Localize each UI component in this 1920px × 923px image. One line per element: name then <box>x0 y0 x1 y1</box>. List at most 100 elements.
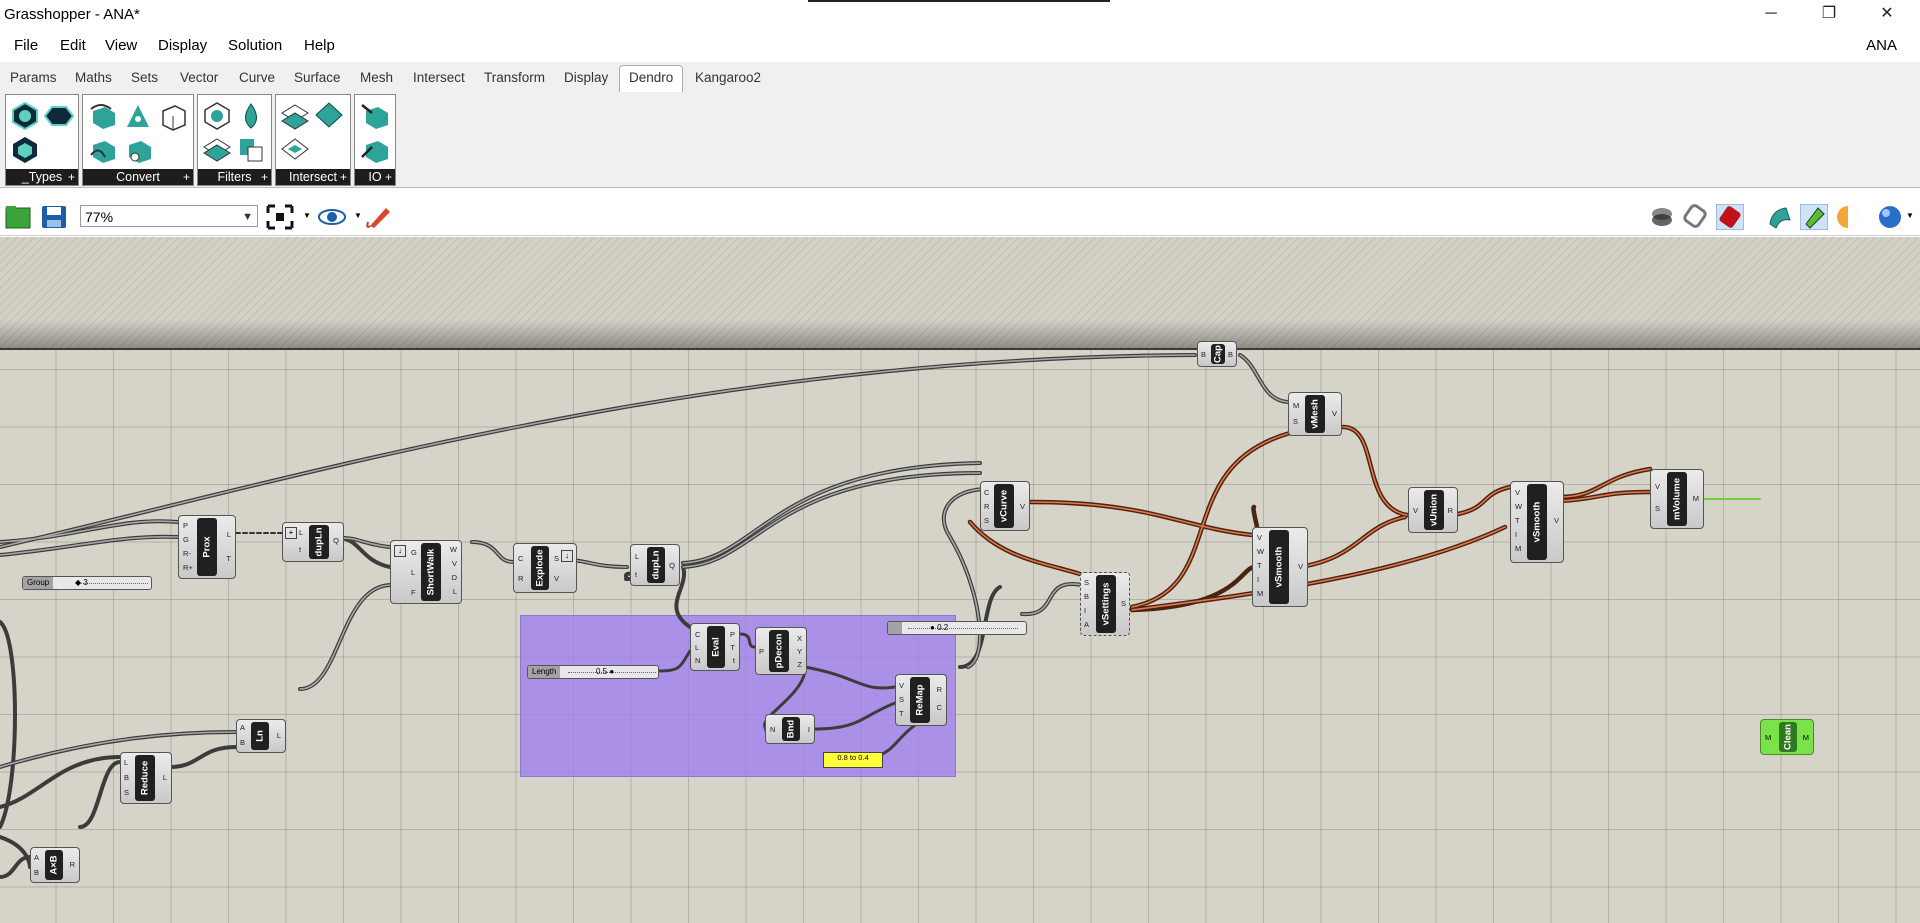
ribbon-group-io: IO + <box>354 94 396 186</box>
graft-icon: ↓ <box>561 550 573 562</box>
mesh-type-icon[interactable] <box>10 135 40 165</box>
tab-params[interactable]: Params <box>10 70 57 85</box>
tab-kangaroo2[interactable]: Kangaroo2 <box>695 70 761 85</box>
component-axb[interactable]: A×B A B R <box>30 847 80 883</box>
ribbon-group-filters-label[interactable]: Filters + <box>198 169 271 185</box>
menu-help[interactable]: Help <box>304 37 335 54</box>
component-vcurve[interactable]: vCurve C R S V <box>980 481 1030 531</box>
progress-line <box>808 0 1110 2</box>
preview-shaded-icon[interactable] <box>1716 204 1744 230</box>
slider-length[interactable]: Length 0.5 ● <box>527 665 659 679</box>
slider-settings[interactable]: ● 0.2 <box>887 621 1027 635</box>
component-vmesh[interactable]: vMesh M S V <box>1288 392 1342 436</box>
chevron-down-icon: ▼ <box>242 211 253 223</box>
component-vsmooth-1[interactable]: vSmooth V W T I M V <box>1252 527 1308 607</box>
slider-settings-value: ● 0.2 <box>930 623 949 632</box>
tab-maths[interactable]: Maths <box>75 70 112 85</box>
filter-hex-icon[interactable] <box>202 101 232 131</box>
close-button[interactable]: ✕ <box>1858 0 1916 30</box>
component-pdecon[interactable]: pDecon P X Y Z <box>755 627 807 675</box>
tab-transform[interactable]: Transform <box>484 70 545 85</box>
preview-off-icon[interactable] <box>1648 204 1676 230</box>
open-file-icon[interactable] <box>4 204 32 230</box>
component-tabs: Params Maths Sets Vector Curve Surface M… <box>0 62 1920 94</box>
intersect-int-icon[interactable] <box>280 135 310 165</box>
component-vunion[interactable]: vUnion V R <box>1408 487 1458 533</box>
component-dupln-1[interactable]: dupLn L t Q + <box>282 522 344 562</box>
convert-volume-icon[interactable] <box>123 135 153 165</box>
display-sphere-icon[interactable] <box>1876 204 1904 230</box>
ribbon-group-intersect: Intersect + <box>275 94 351 186</box>
component-ln[interactable]: Ln A B L <box>236 719 286 753</box>
convert-brep-icon[interactable] <box>157 101 187 131</box>
zoom-extents-icon[interactable] <box>266 204 294 230</box>
tab-sets[interactable]: Sets <box>131 70 158 85</box>
ribbon-group-convert-label[interactable]: Convert + <box>83 169 193 185</box>
convert-curve-icon[interactable] <box>87 101 117 131</box>
slider-group-value: ◆ 3 <box>75 578 88 587</box>
grasshopper-canvas[interactable]: Cap B B vMesh M S V Prox P G R- R+ L T d… <box>0 237 1920 923</box>
tab-surface[interactable]: Surface <box>294 70 341 85</box>
component-shortwalk[interactable]: ShortWalk ↓ G L F W V D L <box>390 540 462 604</box>
restore-button[interactable]: ❐ <box>1800 0 1858 30</box>
filter-drop-icon[interactable] <box>236 101 266 131</box>
tab-vector[interactable]: Vector <box>180 70 218 85</box>
flatten-icon: ↓ <box>394 545 406 557</box>
tab-display[interactable]: Display <box>564 70 608 85</box>
component-cap[interactable]: Cap B B <box>1197 341 1237 367</box>
ribbon-group-io-label[interactable]: IO + <box>355 169 395 185</box>
sketch-pen-icon[interactable] <box>366 204 394 230</box>
write-volume-icon[interactable] <box>360 135 390 165</box>
menu-display[interactable]: Display <box>158 37 207 54</box>
ribbon: _Types + Convert + Filters + Intersect + IO + <box>0 92 1920 188</box>
component-explode[interactable]: Explode C R S V ↓ <box>513 543 577 593</box>
component-reduce[interactable]: Reduce L B S L <box>120 752 172 804</box>
save-file-icon[interactable] <box>40 204 68 230</box>
chevron-down-icon[interactable]: ▼ <box>354 211 362 220</box>
wire-layer <box>0 353 1761 879</box>
menu-bar: File Edit View Display Solution Help <box>0 32 1920 62</box>
tab-dendro[interactable]: Dendro <box>619 65 684 94</box>
display-selected-icon[interactable] <box>1800 204 1828 230</box>
canvas-toolbar: 77% ▼ ▼ ▼ ▼ <box>0 199 1920 236</box>
read-volume-icon[interactable] <box>360 101 390 131</box>
convert-mesh-icon[interactable] <box>87 135 117 165</box>
zoom-select[interactable]: 77% ▼ <box>80 205 258 227</box>
text-panel[interactable]: 0.8 to 0.4 <box>823 752 883 768</box>
filter-layers-icon[interactable] <box>202 135 232 165</box>
graft-icon: + <box>285 527 297 539</box>
component-clean[interactable]: Clean M M <box>1760 719 1814 755</box>
component-vsettings[interactable]: vSettings S B I A S <box>1080 572 1130 636</box>
menu-solution[interactable]: Solution <box>228 37 282 54</box>
display-material-icon[interactable] <box>1834 204 1862 230</box>
component-dupln-2[interactable]: dupLn L t Q <box>630 544 680 586</box>
preview-wire-icon[interactable] <box>1682 204 1710 230</box>
tab-curve[interactable]: Curve <box>239 70 275 85</box>
menu-view[interactable]: View <box>105 37 137 54</box>
minimize-button[interactable]: ─ <box>1742 0 1800 30</box>
ribbon-group-intersect-label[interactable]: Intersect + <box>276 169 350 185</box>
tab-intersect[interactable]: Intersect <box>413 70 465 85</box>
volume-icon[interactable] <box>10 101 40 131</box>
component-remap[interactable]: ReMap V S T R C <box>895 674 947 726</box>
tab-mesh[interactable]: Mesh <box>360 70 393 85</box>
component-eval[interactable]: Eval C L N P T t <box>690 623 740 671</box>
intersect-union-icon[interactable] <box>280 101 310 131</box>
slider-group[interactable]: Group ◆ 3 <box>22 576 152 590</box>
component-vsmooth-2[interactable]: vSmooth V W T I M V <box>1510 481 1564 563</box>
chevron-down-icon[interactable]: ▼ <box>303 211 311 220</box>
component-bnd[interactable]: Bnd N I <box>765 714 815 744</box>
volume-flat-icon[interactable] <box>44 101 74 131</box>
convert-points-icon[interactable] <box>123 101 153 131</box>
menu-file[interactable]: File <box>14 37 38 54</box>
preview-eye-icon[interactable] <box>318 204 346 230</box>
menu-edit[interactable]: Edit <box>60 37 86 54</box>
ribbon-group-types-label[interactable]: _Types + <box>6 169 78 185</box>
component-prox[interactable]: Prox P G R- R+ L T <box>178 515 236 579</box>
display-mesh-icon[interactable] <box>1766 204 1794 230</box>
ribbon-group-convert: Convert + <box>82 94 194 186</box>
filter-offset-icon[interactable] <box>236 135 266 165</box>
component-mvolume[interactable]: mVolume V S M <box>1650 469 1704 529</box>
intersect-diff-icon[interactable] <box>314 101 344 131</box>
chevron-down-icon[interactable]: ▼ <box>1906 211 1914 220</box>
